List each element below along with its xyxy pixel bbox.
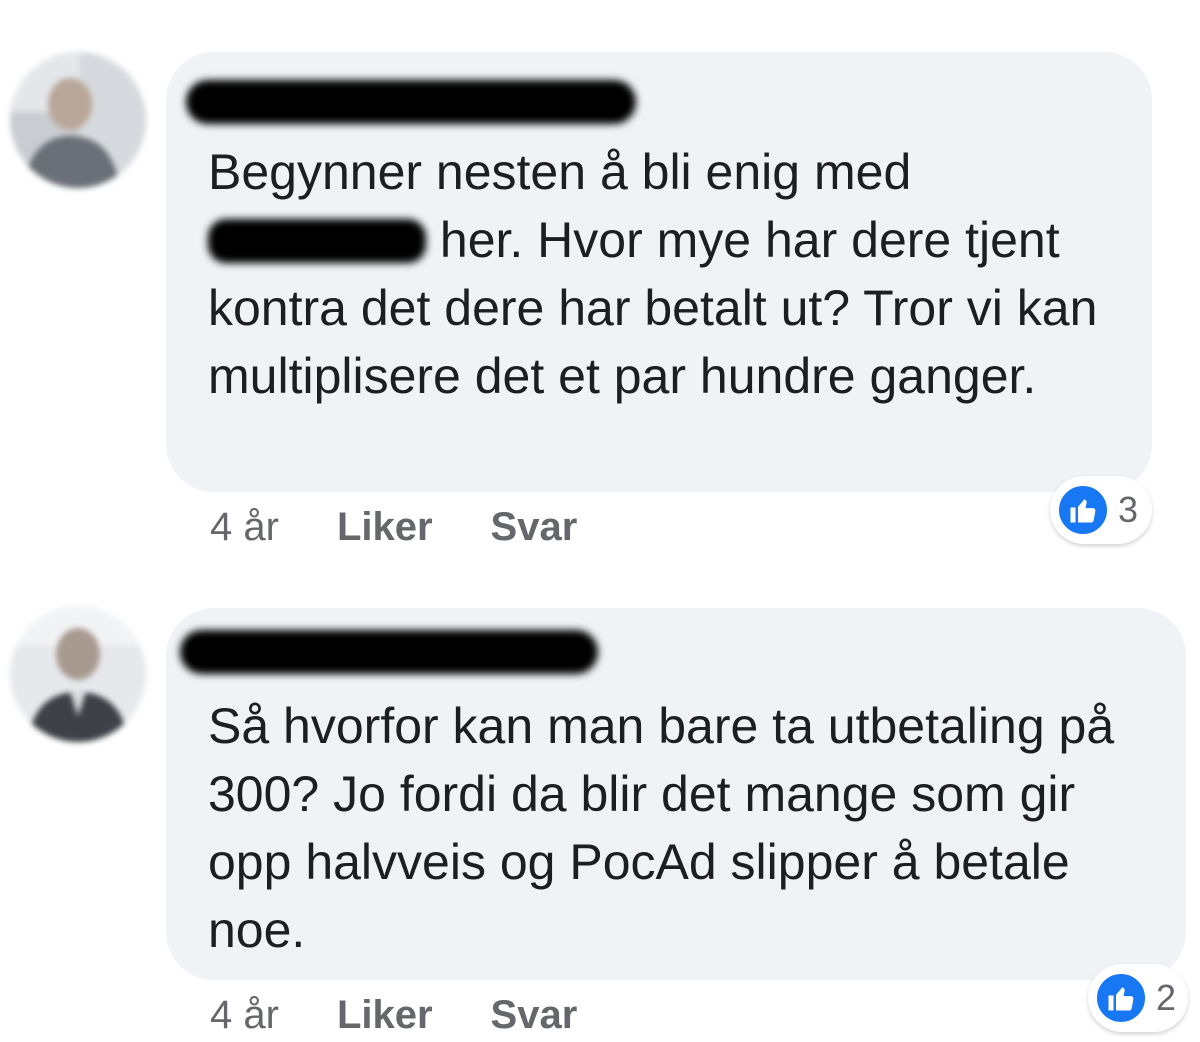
- comment-bubble: Begynner nesten å bli enig med her. Hvor…: [166, 52, 1152, 492]
- comment-actions: 4 år Liker Svar: [210, 502, 635, 552]
- commenter-avatar[interactable]: [10, 606, 146, 742]
- reaction-summary[interactable]: 2: [1088, 964, 1188, 1032]
- comment-actions: 4 år Liker Svar: [210, 990, 635, 1040]
- reply-button[interactable]: Svar: [491, 993, 578, 1038]
- avatar-photo-icon: [10, 606, 146, 742]
- like-button[interactable]: Liker: [337, 505, 433, 550]
- comment-text: Så hvorfor kan man bare ta utbetaling på…: [208, 698, 1115, 958]
- thumbs-up-icon: [1094, 971, 1148, 1025]
- timestamp[interactable]: 4 år: [210, 505, 279, 550]
- comment-bubble: Så hvorfor kan man bare ta utbetaling på…: [166, 608, 1186, 980]
- like-button[interactable]: Liker: [337, 993, 433, 1038]
- reaction-count: 2: [1156, 977, 1177, 1018]
- comment-text-part-1: Begynner nesten å bli enig med: [208, 144, 912, 200]
- commenter-avatar[interactable]: [10, 52, 146, 188]
- author-name-redacted[interactable]: [186, 80, 636, 124]
- author-name-redacted[interactable]: [180, 630, 598, 674]
- mention-redacted[interactable]: [208, 219, 426, 263]
- avatar-photo-icon: [10, 52, 146, 188]
- timestamp[interactable]: 4 år: [210, 993, 279, 1038]
- reply-button[interactable]: Svar: [491, 505, 578, 550]
- thumbs-up-icon: [1056, 483, 1110, 537]
- reaction-count: 3: [1118, 489, 1139, 530]
- comment-text: Begynner nesten å bli enig med her. Hvor…: [208, 138, 1122, 410]
- reaction-summary[interactable]: 3: [1050, 476, 1152, 544]
